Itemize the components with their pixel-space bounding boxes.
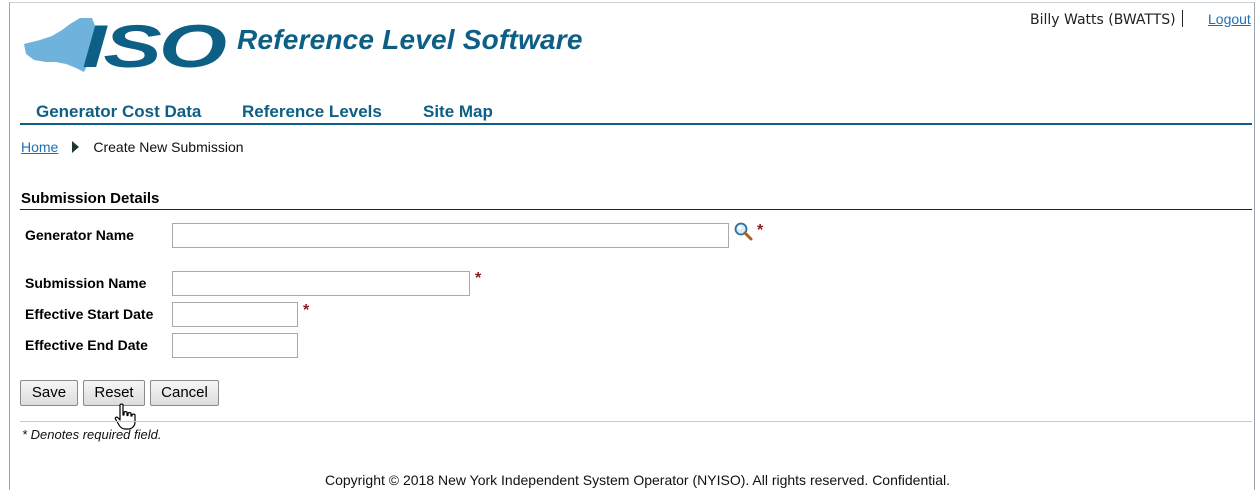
user-info: Billy Watts (BWATTS) [1030, 10, 1191, 28]
footer-copyright: Copyright © 2018 New York Independent Sy… [324, 472, 951, 488]
effective-end-date-input[interactable] [172, 333, 298, 358]
submission-name-label: Submission Name [25, 275, 147, 291]
nav-generator-cost-data[interactable]: Generator Cost Data [36, 102, 201, 122]
user-separator [1181, 10, 1183, 27]
form-divider [20, 421, 1252, 422]
effective-start-date-input[interactable] [172, 302, 298, 327]
nav-reference-levels[interactable]: Reference Levels [242, 102, 382, 122]
nyiso-logo: ISO [24, 14, 227, 76]
user-name: Billy Watts (BWATTS) [1030, 12, 1176, 28]
section-divider [20, 209, 1252, 210]
effective-start-date-required-marker: * [303, 302, 310, 319]
breadcrumb-current: Create New Submission [93, 139, 244, 155]
logo-text: ISO [82, 14, 226, 76]
section-title: Submission Details [21, 190, 160, 207]
breadcrumb-arrow-icon [72, 141, 80, 153]
search-icon[interactable] [733, 221, 753, 241]
save-button[interactable]: Save [20, 380, 78, 406]
generator-name-required-marker: * [757, 222, 764, 239]
logout-link[interactable]: Logout [1208, 11, 1251, 27]
generator-name-label: Generator Name [25, 227, 134, 243]
effective-end-date-label: Effective End Date [25, 337, 148, 353]
generator-name-input[interactable] [172, 223, 729, 248]
cancel-button[interactable]: Cancel [150, 380, 219, 406]
nav-site-map[interactable]: Site Map [423, 102, 493, 122]
submission-name-input[interactable] [172, 271, 470, 296]
effective-start-date-label: Effective Start Date [25, 306, 154, 322]
breadcrumb-home-link[interactable]: Home [21, 139, 58, 155]
main-nav: Generator Cost Data Reference Levels Sit… [20, 101, 1252, 125]
breadcrumb: Home Create New Submission [21, 139, 244, 155]
required-field-note: * Denotes required field. [22, 427, 162, 442]
submission-name-required-marker: * [475, 270, 482, 287]
app-title: Reference Level Software [237, 24, 583, 55]
